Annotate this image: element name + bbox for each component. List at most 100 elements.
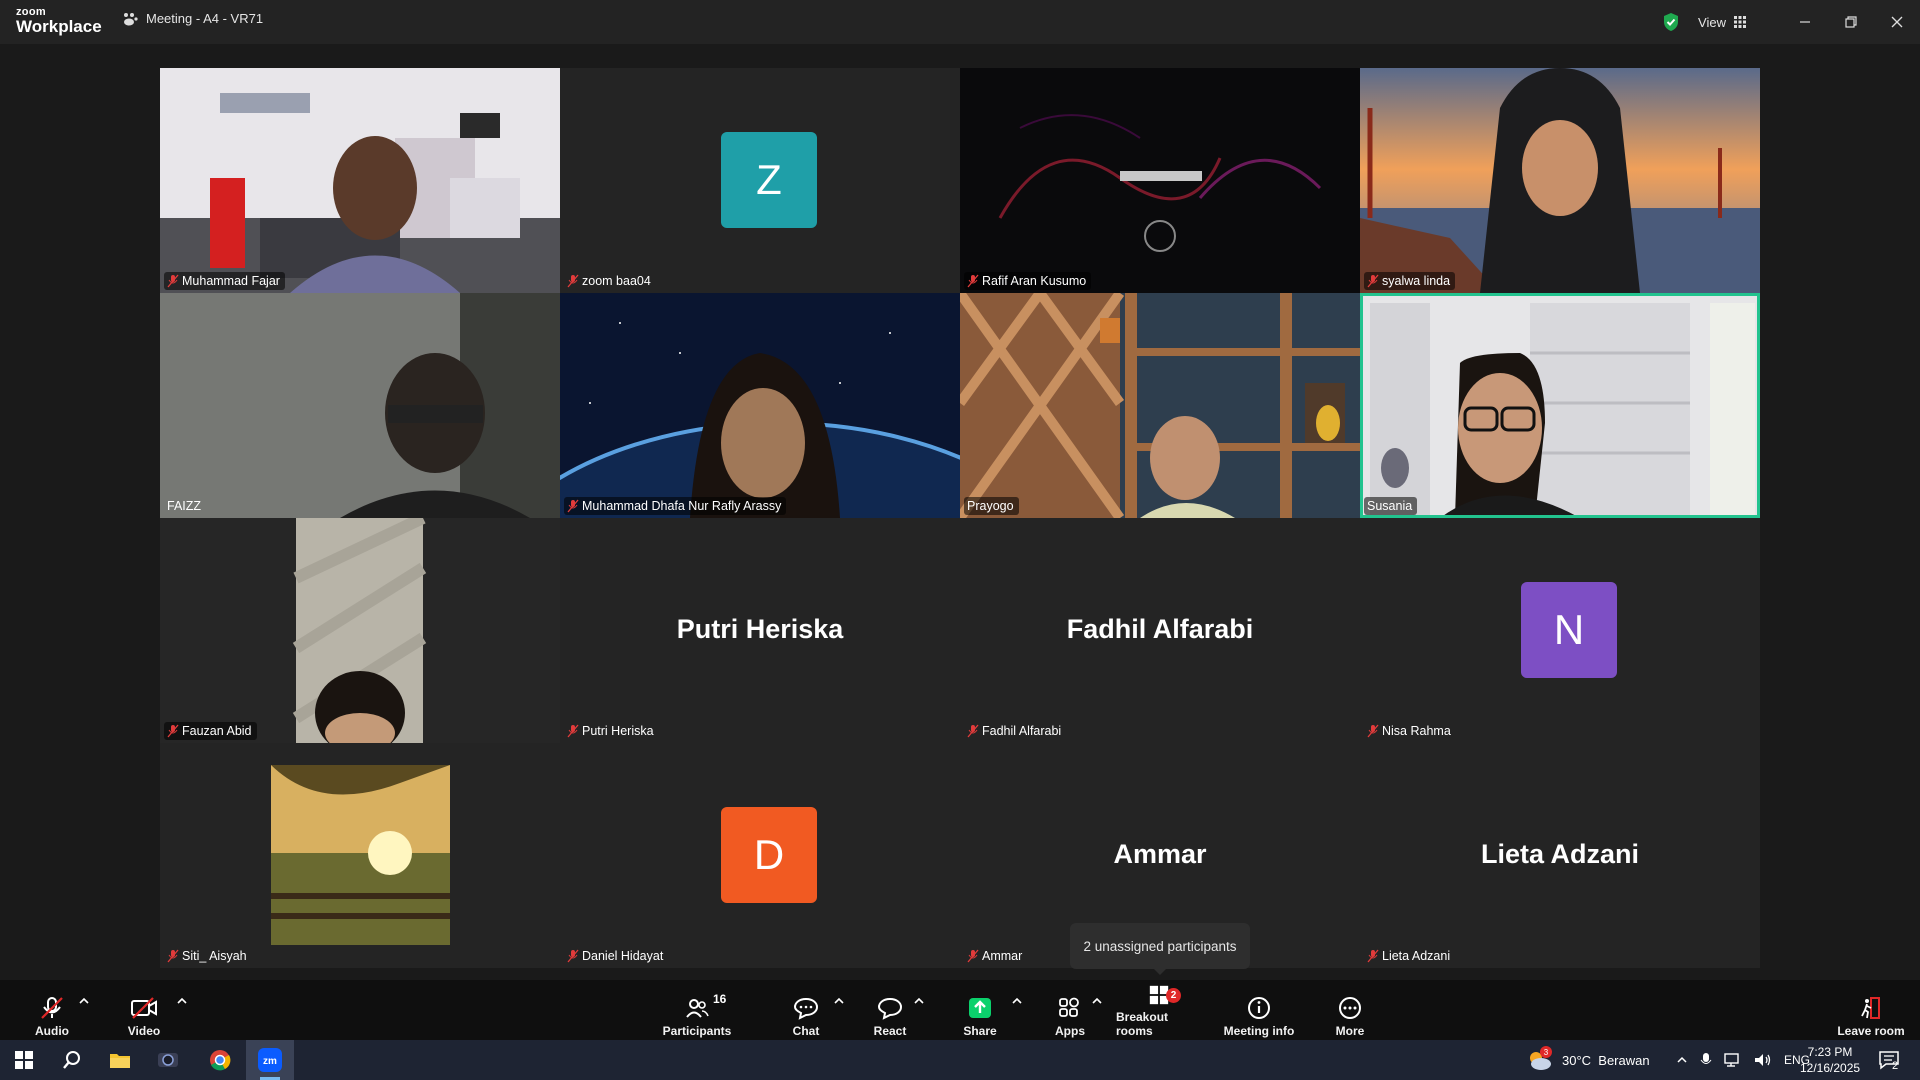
taskbar-chrome[interactable] [196,1040,244,1080]
share-button[interactable]: Share [958,984,1002,1038]
video-button[interactable]: Video [122,984,166,1038]
avatar: Z [721,132,817,228]
participant-name-text: Fauzan Abid [182,724,252,738]
video-tile[interactable]: FAIZZ [160,293,560,518]
participant-name: zoom baa04 [564,272,656,290]
weather-badge-count: 3 [1543,1047,1549,1057]
start-button[interactable] [0,1040,48,1080]
microphone-tray-icon[interactable] [1700,1052,1712,1068]
react-button[interactable]: React [868,984,912,1038]
more-dots-icon [1339,997,1361,1019]
video-tile[interactable]: Rafif Aran Kusumo [960,68,1360,293]
clock-time: 7:23 PM [1807,1045,1853,1059]
avatar-initial: Z [756,156,782,203]
chat-button[interactable]: Chat [784,984,828,1038]
participant-display-name: Lieta Adzani [1480,839,1640,869]
participant-name-text: Putri Heriska [582,724,654,738]
video-tile[interactable]: Prayogo [960,293,1360,518]
video-feed-golden-gate [1360,68,1760,293]
video-tile[interactable]: Z zoom baa04 [560,68,960,293]
participants-count: 16 [713,992,727,1006]
participant-name-text: Lieta Adzani [1382,949,1451,963]
video-tile[interactable]: Fadhil Alfarabi Fadhil Alfarabi [960,518,1360,743]
breakout-rooms-button[interactable]: Breakout rooms [1116,984,1202,1038]
chat-options-chevron-up-icon[interactable] [832,994,846,1008]
mic-muted-icon [41,997,63,1019]
taskbar-search-button[interactable] [48,1040,96,1080]
video-feed-bookshelf [960,293,1360,518]
breakout-tooltip: 2 unassigned participants [1070,923,1250,975]
muted-mic-icon [567,724,579,738]
meeting-title-text: Meeting - A4 - VR71 [146,11,264,26]
participant-name: Siti_ Aisyah [164,947,252,965]
system-tray: ENG [1676,1040,1810,1080]
close-button[interactable] [1874,0,1920,44]
clock[interactable]: 7:23 PM 12/16/2025 [1800,1040,1860,1080]
share-label: Share [963,1024,997,1038]
video-tile[interactable]: D Daniel Hidayat [560,743,960,968]
participant-name: Nisa Rahma [1364,722,1456,740]
participant-name-text: Ammar [982,949,1023,963]
video-options-chevron-up-icon[interactable] [175,994,189,1008]
react-heart-icon [877,997,903,1020]
taskbar-zoom[interactable]: zm [246,1040,294,1080]
muted-mic-icon [967,949,979,963]
more-label: More [1335,1024,1365,1038]
react-options-chevron-up-icon[interactable] [912,994,926,1008]
restore-button[interactable] [1828,0,1874,44]
video-tile[interactable]: Lieta Adzani Lieta Adzani [1360,743,1760,968]
participant-name: syalwa linda [1364,272,1456,290]
zoom-app-icon: zm [258,1048,282,1072]
meeting-info-button[interactable]: Meeting info [1222,984,1296,1038]
video-tile[interactable]: syalwa linda [1360,68,1760,293]
chat-icon [793,997,819,1020]
participant-name: Rafif Aran Kusumo [964,272,1092,290]
video-tile[interactable]: Muhammad Dhafa Nur Rafly Arassy [560,293,960,518]
chevron-up-icon[interactable] [1676,1054,1688,1066]
video-tile[interactable]: Siti_ Aisyah [160,743,560,968]
leave-label: Leave room [1837,1024,1905,1038]
tooltip-text: 2 unassigned participants [1083,938,1237,954]
participant-name: Ammar [964,947,1027,965]
leave-room-button[interactable]: Leave room [1836,984,1906,1038]
chrome-icon [210,1050,231,1071]
avatar: N [1521,582,1617,678]
more-button[interactable]: More [1328,984,1372,1038]
participant-name: FAIZZ [164,497,206,515]
video-tile[interactable]: Fauzan Abid [160,518,560,743]
audio-options-chevron-up-icon[interactable] [77,994,91,1008]
participants-label: Participants [662,1024,732,1038]
avatar-initial: N [1553,606,1585,653]
taskbar-camera-app[interactable] [144,1040,192,1080]
notification-count: 2 [1892,1060,1899,1072]
video-tile[interactable]: Putri Heriska Putri Heriska [560,518,960,743]
clock-date: 12/16/2025 [1800,1061,1861,1075]
muted-mic-icon [1367,949,1379,963]
apps-options-chevron-up-icon[interactable] [1090,994,1104,1008]
taskbar-file-explorer[interactable] [96,1040,144,1080]
view-label: View [1698,14,1726,30]
video-tile[interactable]: N Nisa Rahma [1360,518,1760,743]
share-options-chevron-up-icon[interactable] [1010,994,1024,1008]
react-label: React [873,1024,907,1038]
weather-text: 30°C Berawan [1562,1052,1650,1068]
video-feed-dark-artwork [960,68,1360,293]
share-screen-icon [969,998,991,1018]
muted-mic-icon [967,724,979,738]
participants-paw-icon [124,12,138,25]
volume-icon[interactable] [1754,1052,1772,1068]
video-tile-active-speaker[interactable]: Susania [1360,293,1760,518]
participant-name-text: Prayogo [967,499,1014,513]
view-button[interactable]: View [1698,15,1746,30]
camera-app-icon [158,1053,178,1067]
network-icon[interactable] [1724,1052,1742,1068]
muted-mic-icon [1367,274,1379,288]
meeting-title[interactable]: Meeting - A4 - VR71 [122,11,263,26]
muted-mic-icon [967,274,979,288]
audio-button[interactable]: Audio [30,984,74,1038]
video-tile[interactable]: Muhammad Fajar [160,68,560,293]
restore-icon [1845,16,1857,28]
minimize-button[interactable] [1782,0,1828,44]
apps-button[interactable]: Apps [1048,984,1092,1038]
security-shield-icon[interactable] [1662,12,1680,32]
